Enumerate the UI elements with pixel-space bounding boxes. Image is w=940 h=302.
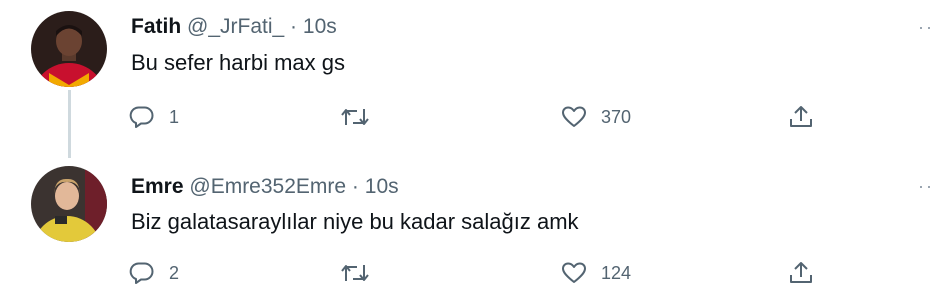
share-button[interactable] xyxy=(788,253,814,293)
tweet-header: Emre @Emre352Emre · 10s xyxy=(131,174,399,200)
retweet-icon xyxy=(341,109,369,125)
tweet[interactable]: Fatih @_JrFati_ · 10s ·· Bu sefer harbi … xyxy=(0,0,940,158)
user-handle[interactable]: @_JrFati_ xyxy=(187,15,284,38)
share-icon xyxy=(790,262,812,283)
like-button[interactable]: 124 xyxy=(561,253,631,293)
tweet-text: Biz galatasaraylılar niye bu kadar salağ… xyxy=(131,209,579,234)
retweet-icon xyxy=(341,265,369,281)
share-icon xyxy=(790,106,812,127)
reply-count: 2 xyxy=(169,262,180,283)
tweet-header: Fatih @_JrFati_ · 10s xyxy=(131,14,337,40)
separator-dot: · xyxy=(351,175,359,198)
like-count: 370 xyxy=(601,106,632,127)
tweet-actions: 1 370 xyxy=(0,97,940,137)
share-button[interactable] xyxy=(788,97,814,137)
separator-dot: · xyxy=(290,15,298,38)
more-horizontal-icon[interactable]: ·· xyxy=(918,177,934,195)
reply-count: 1 xyxy=(169,106,180,127)
avatar[interactable] xyxy=(31,166,107,242)
avatar-image xyxy=(31,166,107,242)
heart-icon xyxy=(562,262,586,283)
retweet-button[interactable] xyxy=(340,253,384,293)
retweet-button[interactable] xyxy=(340,97,384,137)
timestamp[interactable]: 10s xyxy=(365,175,399,198)
like-count: 124 xyxy=(601,262,632,283)
reply-icon xyxy=(129,262,154,284)
display-name[interactable]: Fatih xyxy=(131,15,181,38)
reply-icon xyxy=(129,106,154,128)
avatar-image xyxy=(31,11,107,87)
timestamp[interactable]: 10s xyxy=(303,15,337,38)
display-name[interactable]: Emre xyxy=(131,175,184,198)
reply-button[interactable]: 2 xyxy=(129,253,179,293)
user-handle[interactable]: @Emre352Emre xyxy=(189,175,346,198)
tweet[interactable]: Emre @Emre352Emre · 10s ·· Biz galatasar… xyxy=(0,151,940,302)
avatar[interactable] xyxy=(31,11,107,87)
tweet-text: Bu sefer harbi max gs xyxy=(131,50,345,75)
heart-icon xyxy=(562,106,586,127)
like-button[interactable]: 370 xyxy=(561,97,631,137)
tweet-actions: 2 124 xyxy=(0,253,940,293)
more-horizontal-icon[interactable]: ·· xyxy=(918,18,934,36)
reply-button[interactable]: 1 xyxy=(129,97,179,137)
